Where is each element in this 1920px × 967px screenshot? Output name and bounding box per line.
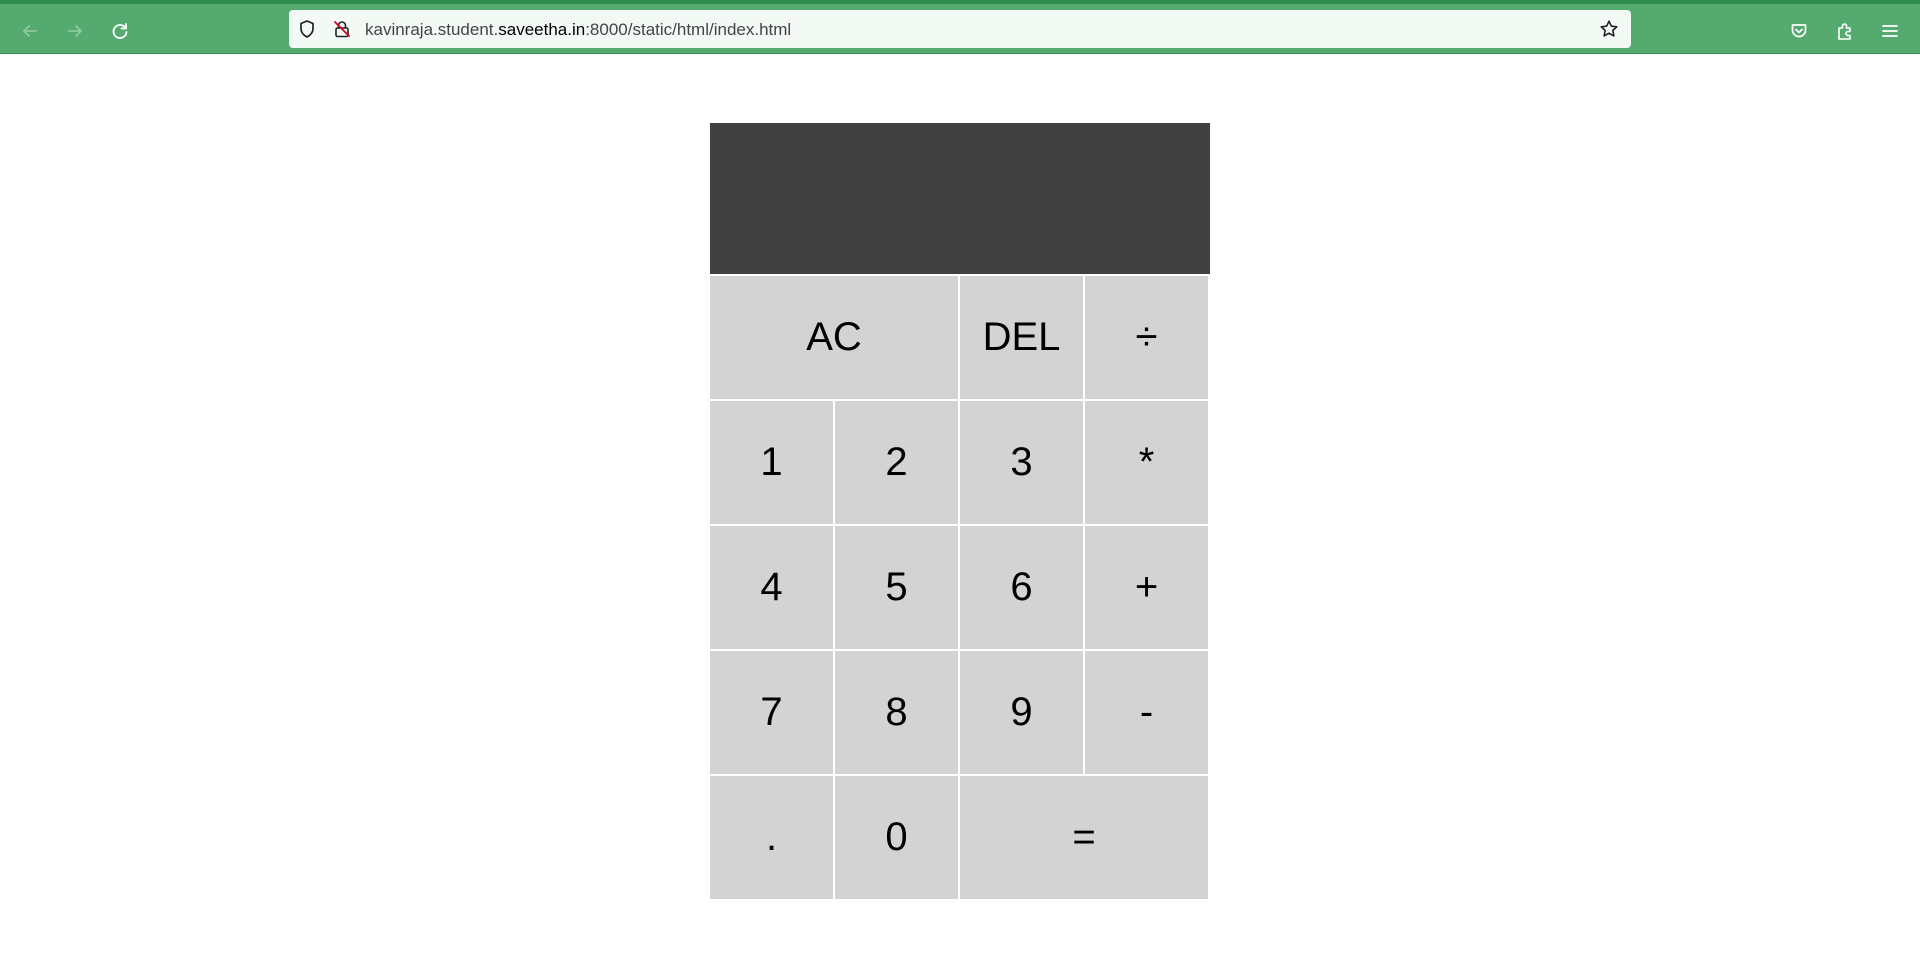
digit-3-button[interactable]: 3 [960,401,1083,524]
digit-9-button[interactable]: 9 [960,651,1083,774]
insecure-lock-icon[interactable] [332,19,352,39]
calculator-keypad: AC DEL ÷ 1 2 3 * 4 5 6 + 7 8 9 - . 0 = [710,276,1210,899]
url-text[interactable]: kavinraja.student.saveetha.in:8000/stati… [365,20,791,40]
bookmark-star-icon[interactable] [1599,19,1619,39]
digit-5-button[interactable]: 5 [835,526,958,649]
digit-0-button[interactable]: 0 [835,776,958,899]
reload-icon[interactable] [103,14,137,48]
digit-6-button[interactable]: 6 [960,526,1083,649]
divide-button[interactable]: ÷ [1085,276,1208,399]
url-bar[interactable]: kavinraja.student.saveetha.in:8000/stati… [289,10,1631,48]
menu-icon[interactable] [1873,14,1907,48]
back-arrow-icon[interactable] [13,14,47,48]
decimal-button[interactable]: . [710,776,833,899]
shield-icon[interactable] [297,19,317,39]
url-suffix: :8000/static/html/index.html [585,20,792,39]
multiply-button[interactable]: * [1085,401,1208,524]
equals-button[interactable]: = [960,776,1208,899]
browser-toolbar: kavinraja.student.saveetha.in:8000/stati… [0,0,1920,54]
pocket-icon[interactable] [1782,14,1816,48]
digit-4-button[interactable]: 4 [710,526,833,649]
all-clear-button[interactable]: AC [710,276,958,399]
url-host: saveetha.in [498,20,586,39]
forward-arrow-icon[interactable] [58,14,92,48]
digit-1-button[interactable]: 1 [710,401,833,524]
digit-2-button[interactable]: 2 [835,401,958,524]
digit-7-button[interactable]: 7 [710,651,833,774]
minus-button[interactable]: - [1085,651,1208,774]
url-prefix: kavinraja.student. [365,20,499,39]
calculator: AC DEL ÷ 1 2 3 * 4 5 6 + 7 8 9 - . 0 = [710,123,1210,899]
calculator-display [710,123,1210,274]
digit-8-button[interactable]: 8 [835,651,958,774]
extensions-icon[interactable] [1828,14,1862,48]
delete-button[interactable]: DEL [960,276,1083,399]
plus-button[interactable]: + [1085,526,1208,649]
